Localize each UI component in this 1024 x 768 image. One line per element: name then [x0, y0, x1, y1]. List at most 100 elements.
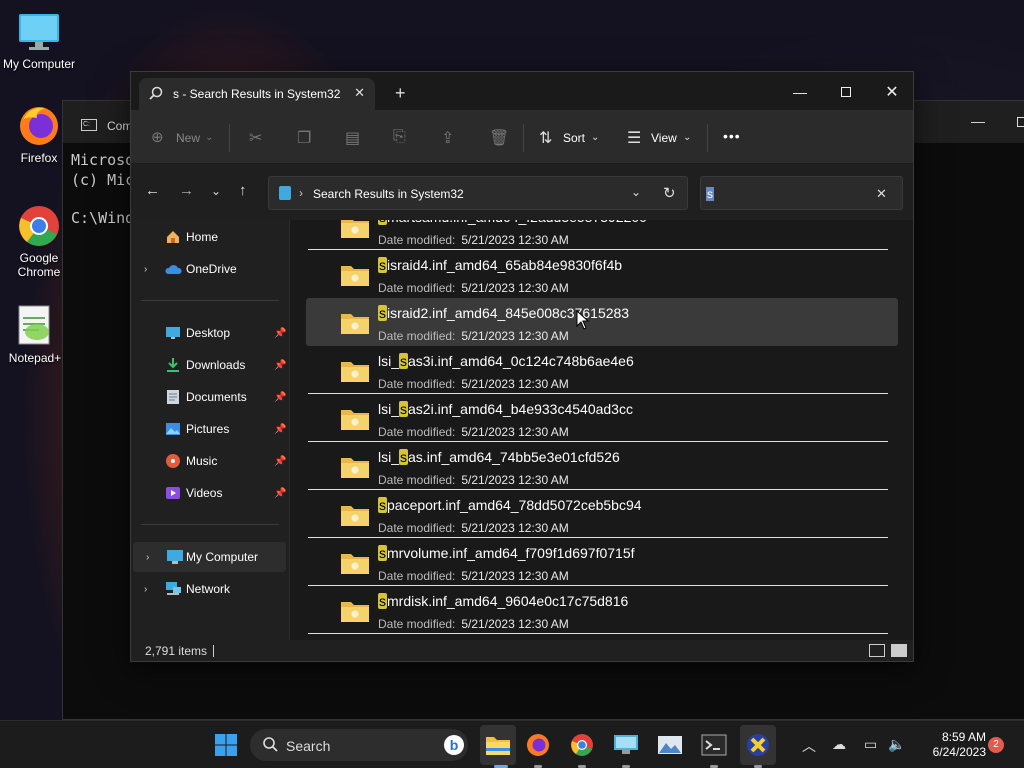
address-bar[interactable]: › Search Results in System32 ⌄ ↻: [268, 176, 688, 210]
expand-chevron-icon[interactable]: ›: [146, 552, 149, 563]
taskbar-file-explorer[interactable]: [480, 725, 516, 765]
taskbar-terminal[interactable]: [700, 731, 728, 759]
clear-search-icon[interactable]: ✕: [876, 186, 887, 202]
search-result-row[interactable]: smrvolume.inf_amd64_f709f1d697f0715f Date…: [306, 538, 898, 586]
file-explorer-window[interactable]: s - Search Results in System32 ✕ + — ✕ ⊕…: [130, 71, 914, 662]
details-view-icon[interactable]: [869, 644, 885, 657]
view-icon[interactable]: ☰: [627, 128, 641, 148]
notification-badge[interactable]: 2: [988, 737, 1004, 753]
navigation-pane: Home › OneDrive Desktop 📌 Downloads 📌 Do…: [131, 220, 289, 640]
sort-button[interactable]: Sort: [563, 131, 585, 145]
chevron-down-icon[interactable]: ⌄: [631, 185, 641, 199]
search-folder-icon: [279, 186, 291, 200]
expand-chevron-icon[interactable]: ›: [144, 264, 147, 275]
sidebar-item-videos[interactable]: Videos 📌: [131, 478, 289, 508]
system-clock[interactable]: 8:59 AM 6/24/2023: [912, 730, 986, 760]
view-button[interactable]: View: [651, 131, 677, 145]
sidebar-item-home[interactable]: Home: [131, 222, 289, 252]
cmd-tab-label[interactable]: Com: [107, 119, 132, 133]
taskbar-app-monitor[interactable]: [612, 731, 640, 759]
result-date-modified: Date modified: 5/21/2023 12:30 AM: [378, 377, 569, 391]
new-button[interactable]: New: [176, 131, 200, 145]
back-arrow-icon[interactable]: ←: [145, 182, 160, 199]
search-result-row[interactable]: sisraid4.inf_amd64_65ab84e9830f6f4b Date …: [306, 250, 898, 298]
tiles-view-icon[interactable]: [891, 644, 907, 657]
paste-icon[interactable]: ▤: [345, 128, 360, 148]
sidebar-item-pictures[interactable]: Pictures 📌: [131, 414, 289, 444]
search-box[interactable]: s ✕: [700, 176, 903, 210]
copy-icon[interactable]: ❐: [297, 128, 311, 148]
start-windows-icon[interactable]: [212, 731, 240, 759]
search-result-row[interactable]: lsi_sas.inf_amd64_74bb5e3e01cfd526 Date m…: [306, 442, 898, 490]
taskbar-chrome[interactable]: [568, 731, 596, 759]
taskbar-search-box[interactable]: Search b: [250, 729, 468, 761]
sidebar-item-label: Downloads: [186, 358, 246, 372]
app-x-icon: [747, 734, 769, 756]
search-result-row[interactable]: smrdisk.inf_amd64_9604e0c17c75d816 Date m…: [306, 586, 898, 634]
new-plus-icon[interactable]: ⊕: [151, 128, 164, 146]
desktop-icon-my-computer[interactable]: My Computer: [1, 10, 77, 71]
search-input-value[interactable]: s: [706, 187, 714, 201]
monitor-icon: [17, 10, 61, 54]
minimize-icon[interactable]: —: [777, 78, 823, 106]
search-result-row[interactable]: lsi_sas2i.inf_amd64_b4e933c4540ad3cc Date…: [306, 394, 898, 442]
search-results-list[interactable]: smartsamd.inf_amd64_f2add3e587392200 Date…: [290, 220, 913, 640]
taskbar: Search b ︿ ☁ ▭ 🔈 8:59 AM 6/24/2023 2: [0, 720, 1024, 768]
maximize-icon[interactable]: [823, 78, 869, 106]
volume-icon[interactable]: 🔈: [888, 736, 905, 753]
explorer-titlebar[interactable]: s - Search Results in System32 ✕ + — ✕: [131, 72, 913, 110]
more-options-button[interactable]: •••: [723, 128, 741, 144]
recent-locations-icon[interactable]: ⌄: [211, 184, 221, 198]
sort-icon[interactable]: ⇅: [539, 128, 552, 148]
sidebar-item-onedrive[interactable]: › OneDrive: [131, 254, 289, 284]
result-date-modified: Date modified: 5/21/2023 12:30 AM: [378, 281, 569, 295]
explorer-tab[interactable]: s - Search Results in System32 ✕: [139, 78, 375, 110]
folder-icon: [340, 311, 370, 335]
up-arrow-icon[interactable]: ↑: [239, 182, 247, 199]
pin-icon[interactable]: 📌: [274, 360, 286, 371]
delete-icon[interactable]: 🗑: [489, 128, 509, 148]
search-result-row[interactable]: lsi_sas3i.inf_amd64_0c124c748b6ae4e6 Date…: [306, 346, 898, 394]
result-date-modified: Date modified: 5/21/2023 12:30 AM: [378, 425, 569, 439]
network-status-icon[interactable]: ▭: [864, 736, 877, 753]
minimize-icon[interactable]: —: [971, 113, 985, 129]
pin-icon[interactable]: 📌: [274, 392, 286, 403]
clock-time: 8:59 AM: [941, 730, 986, 744]
search-result-row[interactable]: sisraid2.inf_amd64_845e008c37615283 Date …: [306, 298, 898, 346]
address-path[interactable]: Search Results in System32: [313, 187, 464, 201]
sidebar-item-music[interactable]: Music 📌: [131, 446, 289, 476]
cut-icon[interactable]: ✂: [249, 128, 262, 148]
sidebar-item-downloads[interactable]: Downloads 📌: [131, 350, 289, 380]
notepad-icon: [13, 304, 57, 348]
share-icon[interactable]: ⇪: [441, 128, 454, 148]
refresh-icon[interactable]: ↻: [663, 184, 676, 202]
bing-icon[interactable]: b: [444, 735, 464, 755]
expand-chevron-icon[interactable]: ›: [144, 584, 147, 595]
pin-icon[interactable]: 📌: [274, 456, 286, 467]
sidebar-item-documents[interactable]: Documents 📌: [131, 382, 289, 412]
taskbar-firefox[interactable]: [524, 731, 552, 759]
sidebar-item-network[interactable]: › Network: [131, 574, 289, 604]
sidebar-item-desktop[interactable]: Desktop 📌: [131, 318, 289, 348]
close-tab-icon[interactable]: ✕: [354, 85, 365, 101]
chevron-up-icon[interactable]: ︿: [802, 736, 816, 756]
rename-icon[interactable]: ⎘: [393, 128, 406, 146]
taskbar-app-photos[interactable]: [656, 731, 684, 759]
sidebar-item-my-computer[interactable]: › My Computer: [133, 542, 286, 572]
search-result-row[interactable]: smartsamd.inf_amd64_f2add3e587392200 Date…: [306, 220, 898, 250]
maximize-icon[interactable]: [1017, 117, 1024, 127]
pin-icon[interactable]: 📌: [274, 424, 286, 435]
cloud-offline-icon[interactable]: ☁: [832, 736, 846, 753]
pin-icon[interactable]: 📌: [274, 488, 286, 499]
search-match-highlight: s: [399, 401, 409, 417]
forward-arrow-icon[interactable]: →: [179, 182, 194, 199]
search-result-row[interactable]: spaceport.inf_amd64_78dd5072ceb5bc94 Date…: [306, 490, 898, 538]
new-tab-icon[interactable]: +: [395, 83, 406, 104]
close-window-icon[interactable]: ✕: [869, 78, 913, 106]
cmd-prompt-line: C:\Wind: [71, 209, 135, 227]
pin-icon[interactable]: 📌: [274, 328, 286, 339]
taskbar-app-x[interactable]: [740, 725, 776, 765]
terminal-icon: C:: [81, 119, 97, 131]
sidebar-item-label: Network: [186, 582, 231, 596]
result-date-modified: Date modified: 5/21/2023 12:30 AM: [378, 233, 569, 247]
